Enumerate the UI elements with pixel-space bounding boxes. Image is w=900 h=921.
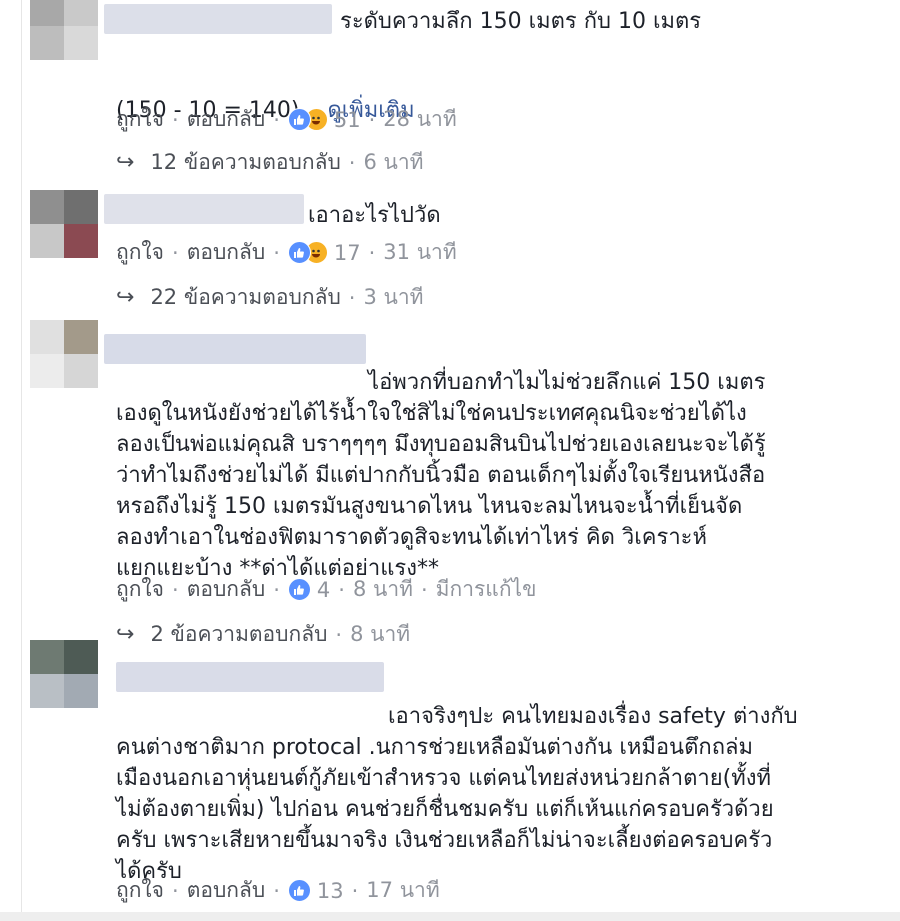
- reply-link[interactable]: ตอบกลับ: [187, 573, 266, 606]
- separator: ·: [338, 577, 345, 602]
- reaction-count[interactable]: 13: [317, 879, 344, 903]
- reply-arrow-icon: ↪: [116, 622, 135, 647]
- replies-time: 3 นาที: [363, 285, 424, 309]
- timestamp[interactable]: 8 นาที: [353, 573, 413, 606]
- like-link[interactable]: ถูกใจ: [116, 573, 164, 606]
- comment-actions: ถูกใจ · ตอบกลับ · 13 · 17 นาที: [116, 874, 440, 907]
- comment-text: เอาอะไรไปวัด: [308, 203, 441, 228]
- avatar[interactable]: [30, 0, 98, 60]
- like-link[interactable]: ถูกใจ: [116, 236, 164, 269]
- reply-link[interactable]: ตอบกลับ: [187, 874, 266, 907]
- comment-body: ไอ่พวกที่บอกทำไมไม่ช่วยลึกแค่ 150 เมตร เ…: [116, 370, 766, 581]
- reactions[interactable]: [287, 578, 311, 601]
- separator: ·: [348, 150, 356, 175]
- replies-time: 8 นาที: [350, 622, 411, 646]
- reply-arrow-icon: ↪: [116, 285, 135, 310]
- comment-text: ระดับความลึก 150 เมตร กับ 10 เมตร: [340, 9, 702, 34]
- separator: ·: [351, 878, 359, 903]
- separator: ·: [172, 577, 179, 602]
- comment-text: ไอ่พวกที่บอกทำไมไม่ช่วยลึกแค่ 150 เมตร เ…: [116, 336, 856, 584]
- replies-count[interactable]: 12 ข้อความตอบกลับ: [150, 146, 340, 179]
- comment-text: เอาจริงๆปะ คนไทยมองเรื่อง safety ต่างกับ…: [116, 670, 856, 887]
- bottom-border: [0, 912, 900, 921]
- reactions[interactable]: [287, 879, 311, 902]
- separator: ·: [368, 107, 376, 132]
- avatar[interactable]: [30, 320, 98, 388]
- like-icon: [287, 108, 311, 131]
- separator: ·: [273, 577, 280, 602]
- reply-link[interactable]: ตอบกลับ: [187, 103, 266, 136]
- separator: ·: [273, 878, 280, 903]
- separator: ·: [273, 240, 280, 265]
- reply-link[interactable]: ตอบกลับ: [187, 236, 266, 269]
- replies-count[interactable]: 2 ข้อความตอบกลับ: [150, 618, 327, 651]
- view-replies[interactable]: ↪ 22 ข้อความตอบกลับ · 3 นาที: [116, 281, 424, 314]
- separator: ·: [172, 107, 179, 132]
- avatar[interactable]: [30, 190, 98, 258]
- separator: ·: [420, 577, 428, 602]
- reactions[interactable]: [287, 241, 328, 264]
- reply-arrow-icon: ↪: [116, 150, 135, 175]
- like-icon: [287, 879, 311, 902]
- timestamp[interactable]: 31 นาที: [383, 236, 456, 269]
- reaction-count[interactable]: 51: [334, 108, 361, 132]
- timestamp[interactable]: 17 นาที: [366, 874, 439, 907]
- separator: ·: [273, 107, 280, 132]
- comment-actions: ถูกใจ · ตอบกลับ · 51 · 28 นาที: [116, 103, 457, 136]
- separator: ·: [335, 622, 343, 647]
- left-border: [21, 0, 22, 912]
- commenter-name[interactable]: [104, 194, 304, 224]
- like-link[interactable]: ถูกใจ: [116, 103, 164, 136]
- comment-actions: ถูกใจ · ตอบกลับ · 17 · 31 นาที: [116, 236, 457, 269]
- comment-body: เอาจริงๆปะ คนไทยมองเรื่อง safety ต่างกับ…: [116, 704, 798, 884]
- replies-time: 6 นาที: [363, 150, 424, 174]
- reaction-count[interactable]: 17: [334, 241, 361, 265]
- commenter-name[interactable]: [104, 4, 332, 34]
- separator: ·: [348, 285, 356, 310]
- separator: ·: [368, 240, 376, 265]
- edited-label[interactable]: มีการแก้ไข: [436, 573, 537, 606]
- replies-count[interactable]: 22 ข้อความตอบกลับ: [150, 281, 340, 314]
- avatar[interactable]: [30, 640, 98, 708]
- view-replies[interactable]: ↪ 2 ข้อความตอบกลับ · 8 นาที: [116, 618, 410, 651]
- separator: ·: [172, 878, 179, 903]
- like-icon: [287, 578, 311, 601]
- like-icon: [287, 241, 311, 264]
- reaction-count[interactable]: 4: [317, 578, 330, 602]
- like-link[interactable]: ถูกใจ: [116, 874, 164, 907]
- separator: ·: [172, 240, 179, 265]
- view-replies[interactable]: ↪ 12 ข้อความตอบกลับ · 6 นาที: [116, 146, 424, 179]
- timestamp[interactable]: 28 นาที: [383, 103, 456, 136]
- comment-actions: ถูกใจ · ตอบกลับ · 4 · 8 นาที · มีการแก้ไ…: [116, 573, 536, 606]
- reactions[interactable]: [287, 108, 328, 131]
